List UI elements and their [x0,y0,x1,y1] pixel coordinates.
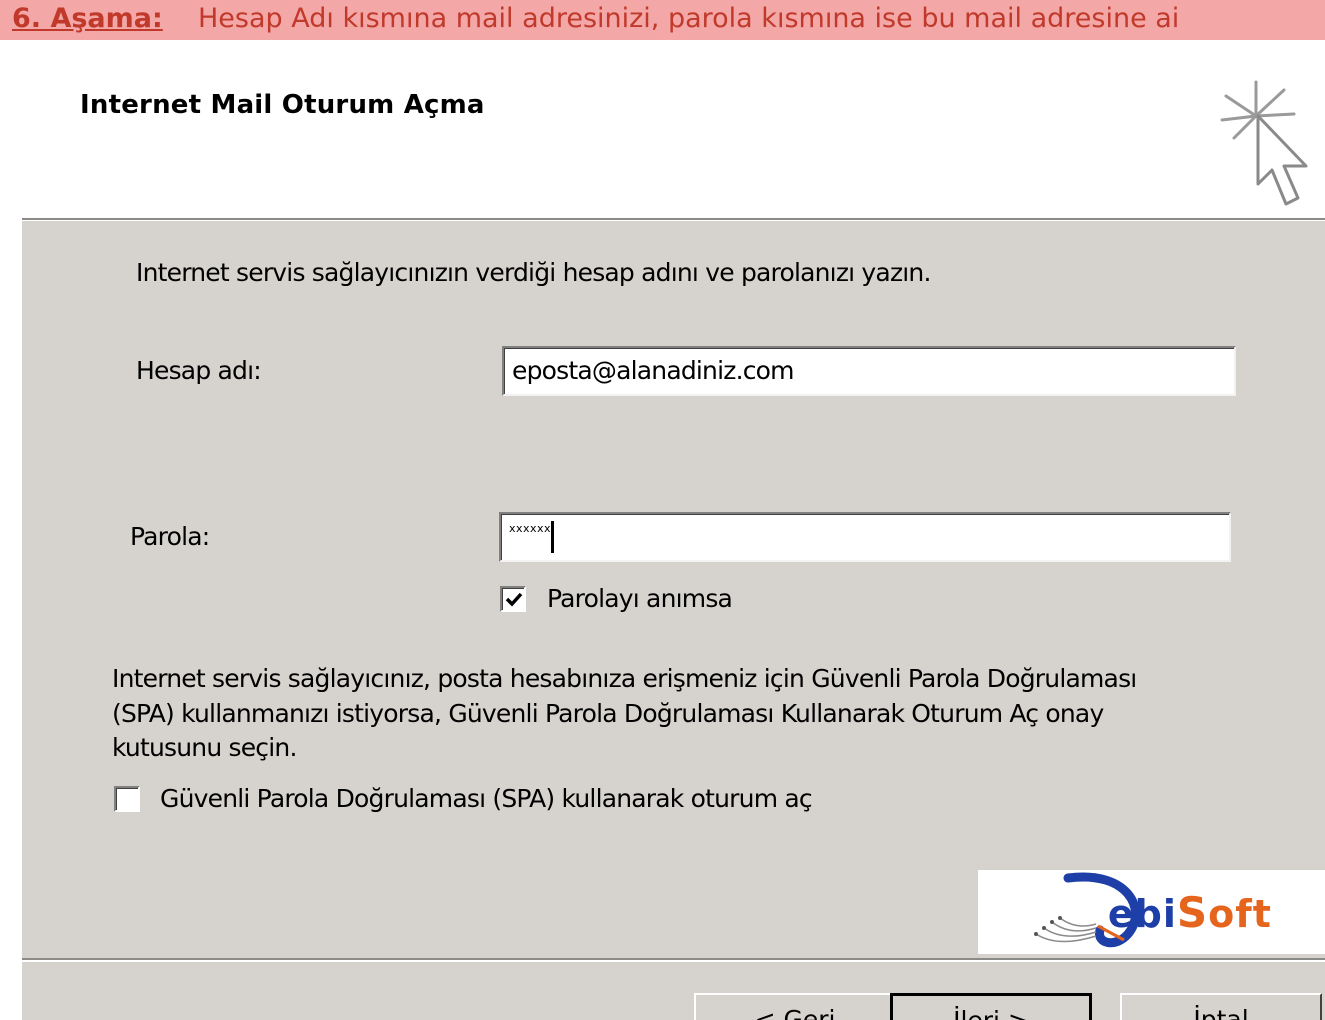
debisoft-logo: DebiSoft [978,870,1325,954]
logo-wordmark: DebiSoft [1106,888,1272,937]
account-label: Hesap adı: [136,356,262,385]
wizard-body: Internet servis sağlayıcınızın verdiği h… [22,218,1325,1020]
logo-text-ebi: ebi [1107,892,1177,936]
remember-password-label[interactable]: Parolayı anımsa [547,584,733,613]
logo-text-s: S [1176,888,1209,937]
button-divider [22,958,1325,962]
password-value: xxxxxx [509,522,552,535]
next-button[interactable]: İleri > [890,993,1092,1020]
intro-text: Internet servis sağlayıcınızın verdiği h… [136,258,931,287]
back-button[interactable]: < Geri [694,993,896,1020]
cancel-button[interactable]: İptal [1120,993,1322,1020]
password-label: Parola: [130,522,210,551]
spa-info-line-2: (SPA) kullanmanızı istiyorsa, Güvenli Pa… [112,699,1104,728]
account-name-input[interactable]: eposta@alanadiniz.com [502,346,1236,396]
wizard-header: Internet Mail Oturum Açma [0,40,1325,218]
page-title: Internet Mail Oturum Açma [80,90,485,120]
password-input[interactable]: xxxxxx [499,512,1231,562]
instruction-text: Hesap Adı kısmına mail adresinizi, parol… [198,3,1180,34]
spa-info-line-1: Internet servis sağlayıcınız, posta hesa… [112,664,1137,693]
spa-checkbox[interactable] [114,786,140,812]
wizard-cursor-icon [1212,76,1316,212]
spa-info-line-3: kutusunu seçin. [112,733,297,762]
logo-text-oft: oft [1208,892,1272,936]
account-name-value: eposta@alanadiniz.com [512,356,795,385]
spa-checkbox-label[interactable]: Güvenli Parola Doğrulaması (SPA) kullana… [160,784,813,813]
checkmark-icon [505,592,523,607]
text-caret [551,521,555,553]
instruction-banner: 6. Aşama: Hesap Adı kısmına mail adresin… [0,0,1325,40]
remember-password-checkbox[interactable] [500,586,526,612]
step-label: 6. Aşama: [12,3,163,34]
